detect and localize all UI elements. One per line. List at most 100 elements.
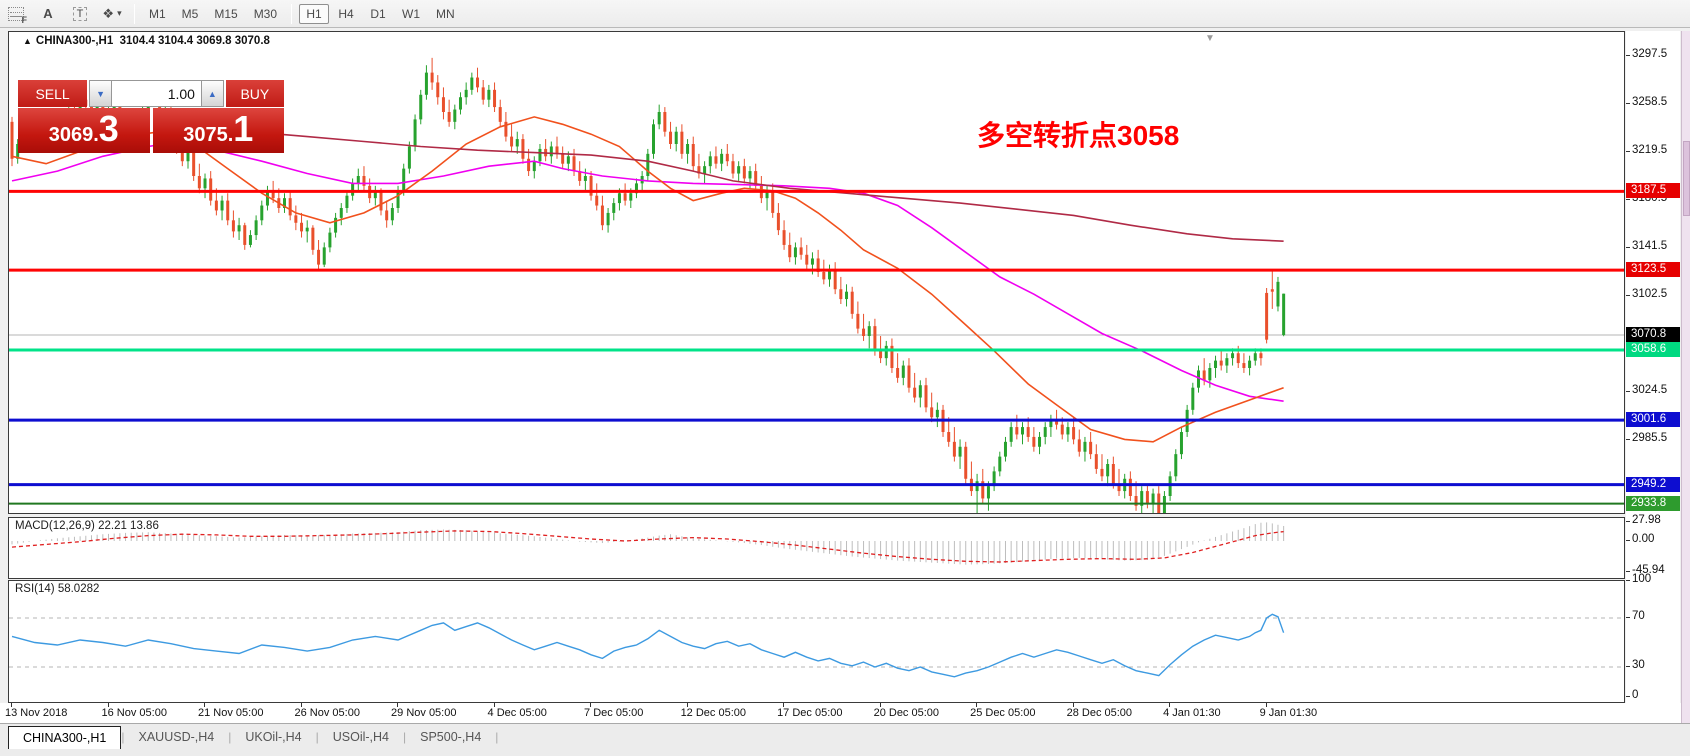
- candle-body: [306, 228, 309, 232]
- candle-body: [873, 326, 876, 351]
- candle-body: [425, 73, 428, 95]
- candle-body: [1254, 353, 1257, 360]
- candle-body: [482, 87, 485, 99]
- candle-body: [289, 198, 292, 215]
- scroll-to-end-icon[interactable]: ▼: [1205, 33, 1215, 44]
- candle-body: [896, 368, 899, 378]
- price-tick-label: 3219.5: [1632, 144, 1667, 156]
- candle-body: [1152, 494, 1155, 504]
- candle-body: [1237, 353, 1240, 363]
- time-tick-label: 16 Nov 05:00: [102, 707, 167, 719]
- price-line-badge: 3123.5: [1626, 262, 1680, 277]
- candle-body: [783, 230, 786, 245]
- price-axis[interactable]: 3297.53258.53219.53180.53141.53102.53063…: [1626, 31, 1680, 703]
- timeframe-button-MN[interactable]: MN: [429, 4, 462, 24]
- candle-body: [998, 457, 1001, 472]
- candle-body: [822, 272, 825, 279]
- candle-body: [947, 432, 950, 442]
- vertical-scrollbar[interactable]: [1681, 31, 1690, 756]
- chart-tab-xauusdh4[interactable]: XAUUSD-,H4: [125, 726, 229, 748]
- candle-body: [448, 112, 451, 122]
- rsi-indicator-panel[interactable]: RSI(14) 58.0282: [8, 580, 1625, 703]
- volume-increase-button[interactable]: ▲: [201, 80, 224, 107]
- time-tick-label: 4 Dec 05:00: [488, 707, 547, 719]
- buy-button[interactable]: BUY: [226, 80, 284, 107]
- candle-body: [476, 78, 479, 88]
- timeframe-button-H4[interactable]: H4: [331, 4, 361, 24]
- chart-tab-sp500h4[interactable]: SP500-,H4: [406, 726, 495, 748]
- candle-body: [1027, 427, 1030, 437]
- indicators-grid-icon[interactable]: F: [3, 3, 29, 25]
- candle-body: [1083, 442, 1086, 452]
- candle-body: [255, 220, 258, 235]
- sell-price-display[interactable]: 3069.3: [18, 108, 150, 153]
- candle-body: [198, 176, 201, 188]
- candle-body: [226, 201, 229, 221]
- chart-text-annotation: 多空转折点3058: [977, 114, 1179, 154]
- time-tick-label: 20 Dec 05:00: [874, 707, 939, 719]
- macd-label: MACD(12,26,9) 22.21 13.86: [15, 520, 159, 532]
- toolbar-separator: [291, 4, 292, 24]
- price-tick-label: 3141.5: [1632, 240, 1667, 252]
- time-tick-label: 28 Dec 05:00: [1067, 707, 1132, 719]
- candle-body: [1021, 427, 1024, 434]
- time-tick-label: 29 Nov 05:00: [391, 707, 456, 719]
- chart-tab-china300h1[interactable]: CHINA300-,H1: [8, 726, 121, 749]
- price-line-badge: 3058.6: [1626, 342, 1680, 357]
- timeframe-button-H1[interactable]: H1: [299, 4, 329, 24]
- candle-body: [1231, 353, 1234, 358]
- candle-body: [249, 235, 252, 245]
- one-click-trading-panel: SELL ▼ ▲ BUY 3069.3 3075.1: [18, 80, 284, 153]
- candle-body: [879, 351, 882, 358]
- timeframe-button-W1[interactable]: W1: [395, 4, 427, 24]
- candle-body: [658, 112, 661, 124]
- volume-decrease-button[interactable]: ▼: [89, 80, 112, 107]
- main-chart-panel[interactable]: ▲CHINA300-,H1 3104.4 3104.4 3069.8 3070.…: [8, 31, 1625, 514]
- chart-tab-usoilh4[interactable]: USOil-,H4: [319, 726, 403, 748]
- scrollbar-thumb[interactable]: [1683, 141, 1690, 216]
- chart-tab-ukoilh4[interactable]: UKOil-,H4: [231, 726, 315, 748]
- sell-button[interactable]: SELL: [18, 80, 87, 107]
- volume-input[interactable]: [112, 80, 201, 107]
- candle-body: [470, 78, 473, 90]
- candle-body: [340, 208, 343, 218]
- candle-body: [913, 388, 916, 398]
- toolbar-separator: [134, 4, 135, 24]
- candle-body: [533, 161, 536, 171]
- candle-body: [380, 191, 383, 211]
- candle-body: [936, 410, 939, 417]
- candle-body: [714, 156, 717, 163]
- candle-body: [385, 210, 388, 220]
- macd-chart-canvas: [9, 518, 1624, 578]
- candle-body: [777, 213, 780, 230]
- candle-body: [1180, 432, 1183, 454]
- candle-body: [919, 385, 922, 397]
- macd-tick-label: 0.00: [1632, 533, 1654, 545]
- time-tick-label: 4 Jan 01:30: [1163, 707, 1221, 719]
- candle-body: [595, 196, 598, 206]
- timeframe-button-M30[interactable]: M30: [247, 4, 284, 24]
- candle-body: [221, 201, 224, 211]
- text-box-icon[interactable]: T: [67, 3, 93, 25]
- timeframe-button-M15[interactable]: M15: [207, 4, 244, 24]
- buy-price-display[interactable]: 3075.1: [153, 108, 285, 153]
- cursor-objects-icon[interactable]: ❖▾: [99, 3, 125, 25]
- candle-body: [811, 258, 814, 264]
- text-label-icon[interactable]: A: [35, 3, 61, 25]
- time-tick-label: 7 Dec 05:00: [584, 707, 643, 719]
- current-price-badge: 3070.8: [1626, 327, 1680, 342]
- candle-body: [1095, 454, 1098, 469]
- candle-body: [839, 289, 842, 299]
- price-line-badge: 3001.6: [1626, 412, 1680, 427]
- timeframe-button-M1[interactable]: M1: [142, 4, 173, 24]
- timeframe-button-M5[interactable]: M5: [175, 4, 206, 24]
- candle-body: [260, 206, 263, 221]
- candle-body: [561, 154, 564, 164]
- candle-body: [516, 139, 519, 146]
- candle-body: [510, 137, 513, 147]
- time-tick-label: 21 Nov 05:00: [198, 707, 263, 719]
- timeframe-button-D1[interactable]: D1: [363, 4, 393, 24]
- price-tick-label: 3258.5: [1632, 96, 1667, 108]
- macd-signal-line: [12, 531, 1284, 562]
- macd-indicator-panel[interactable]: MACD(12,26,9) 22.21 13.86: [8, 517, 1625, 579]
